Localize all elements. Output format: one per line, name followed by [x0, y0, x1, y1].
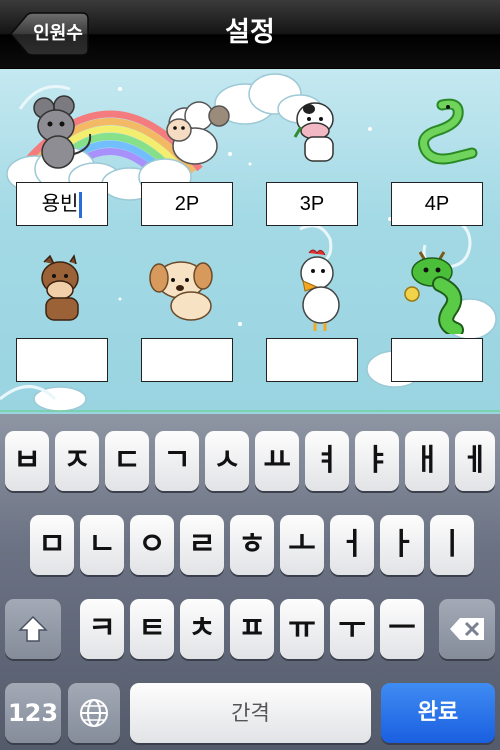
key[interactable]: ㅍ — [230, 599, 274, 659]
backspace-icon — [450, 618, 484, 640]
key[interactable]: ㅕ — [305, 431, 349, 491]
key[interactable]: ㅐ — [405, 431, 449, 491]
sheep-icon — [166, 101, 230, 165]
key[interactable]: ㄹ — [180, 515, 224, 575]
key[interactable]: ㅎ — [230, 515, 274, 575]
key[interactable]: ㅂ — [5, 431, 49, 491]
korean-keyboard: ㅂ ㅈ ㄷ ㄱ ㅅ ㅛ ㅕ ㅑ ㅐ ㅔ ㅁ ㄴ ㅇ ㄹ ㅎ ㅗ ㅓ ㅏ ㅣ ㅋ … — [0, 414, 500, 750]
key[interactable]: ㅑ — [355, 431, 399, 491]
key[interactable]: ㅏ — [380, 515, 424, 575]
globe-key[interactable] — [68, 683, 120, 743]
space-key[interactable]: 간격 — [130, 683, 371, 743]
key[interactable]: ㅇ — [130, 515, 174, 575]
key[interactable]: ㄷ — [105, 431, 149, 491]
key[interactable]: ㅡ — [380, 599, 424, 659]
key[interactable]: ㅌ — [130, 599, 174, 659]
snake-icon — [418, 98, 478, 165]
player-name-input-8[interactable] — [391, 338, 483, 382]
player-name-input-5[interactable] — [16, 338, 108, 382]
back-button-label: 인원수 — [33, 23, 83, 44]
horse-icon — [41, 254, 79, 321]
player-name-input-4[interactable]: 4P — [391, 182, 483, 226]
done-key[interactable]: 완료 — [381, 683, 495, 743]
delete-key[interactable] — [439, 599, 495, 659]
shift-key[interactable] — [5, 599, 61, 659]
dog-icon — [149, 261, 213, 321]
key[interactable]: ㄱ — [155, 431, 199, 491]
player-name-text: 용빈 — [41, 193, 79, 215]
key[interactable]: ㄴ — [80, 515, 124, 575]
key[interactable]: ㅔ — [455, 431, 495, 491]
key[interactable]: ㅗ — [280, 515, 324, 575]
player-name-input-1[interactable]: 용빈 — [16, 182, 108, 226]
player-settings-area: 용빈 2P 3P 4P — [0, 69, 500, 414]
player-name-input-2[interactable]: 2P — [141, 182, 233, 226]
numbers-key[interactable]: 123 — [5, 683, 61, 743]
player-name-input-3[interactable]: 3P — [266, 182, 358, 226]
navigation-bar: 인원수 설정 — [0, 0, 500, 69]
globe-icon — [80, 699, 108, 727]
player-name-input-7[interactable] — [266, 338, 358, 382]
key[interactable]: ㅛ — [255, 431, 299, 491]
player-name-text: 4P — [424, 193, 450, 215]
dragon-icon — [404, 251, 464, 334]
player-name-input-6[interactable] — [141, 338, 233, 382]
key[interactable]: ㅜ — [330, 599, 374, 659]
page-title: 설정 — [225, 17, 275, 48]
key[interactable]: ㅅ — [205, 431, 249, 491]
key[interactable]: ㅁ — [30, 515, 74, 575]
key[interactable]: ㅈ — [55, 431, 99, 491]
cow-icon — [293, 102, 334, 162]
rooster-icon — [300, 249, 340, 331]
key[interactable]: ㅠ — [280, 599, 324, 659]
key[interactable]: ㅓ — [330, 515, 374, 575]
key[interactable]: ㅣ — [430, 515, 474, 575]
key[interactable]: ㅊ — [180, 599, 224, 659]
shift-arrow-icon — [18, 615, 48, 642]
text-cursor — [79, 191, 83, 218]
rat-icon — [33, 95, 92, 169]
player-name-text: 3P — [299, 193, 325, 215]
player-name-text: 2P — [174, 193, 200, 215]
key[interactable]: ㅋ — [80, 599, 124, 659]
back-button[interactable]: 인원수 — [9, 12, 89, 56]
